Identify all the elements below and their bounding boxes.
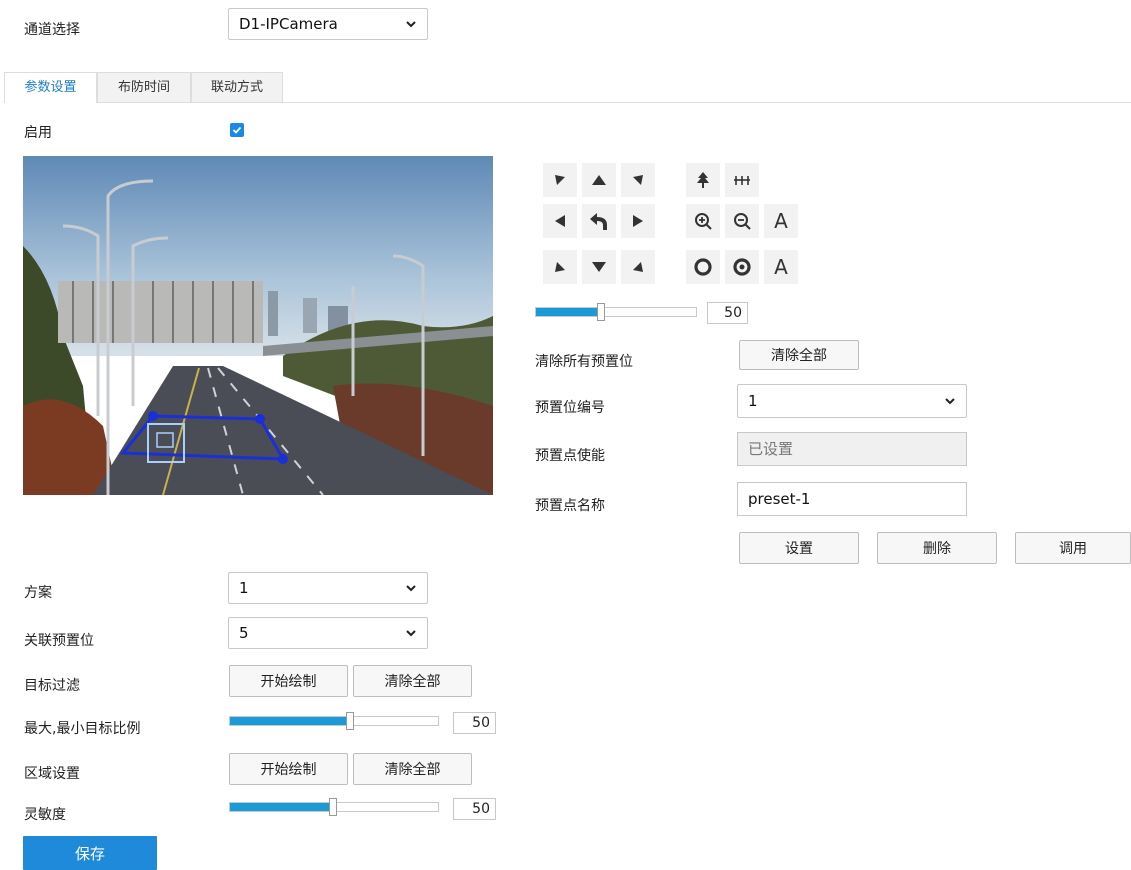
arrow-up-left-icon xyxy=(555,175,565,185)
target-filter-clear-button[interactable]: 清除全部 xyxy=(353,665,472,697)
scheme-label: 方案 xyxy=(24,585,52,601)
ptz-up-left-button[interactable] xyxy=(543,163,577,197)
target-filter-label: 目标过滤 xyxy=(24,678,80,694)
chevron-down-icon xyxy=(406,630,416,637)
ptz-focus-far-button[interactable] xyxy=(686,163,720,197)
preset-set-button[interactable]: 设置 xyxy=(739,532,859,564)
enable-label: 启用 xyxy=(24,125,52,141)
tab-linkage[interactable]: 联动方式 xyxy=(191,72,283,102)
tab-arming-time[interactable]: 布防时间 xyxy=(97,72,191,102)
scheme-select[interactable]: 1 xyxy=(228,572,428,604)
ptz-home-button[interactable] xyxy=(582,204,616,238)
preset-name-input[interactable]: preset-1 xyxy=(737,482,967,516)
return-icon xyxy=(590,213,607,230)
ptz-down-right-button[interactable] xyxy=(621,250,655,284)
scheme-select-value: 1 xyxy=(239,579,249,597)
clear-all-presets-label: 清除所有预置位 xyxy=(535,354,633,370)
preset-call-button[interactable]: 调用 xyxy=(1015,532,1131,564)
sensitivity-thumb[interactable] xyxy=(328,798,337,816)
ptz-up-button[interactable] xyxy=(582,163,616,197)
preset-number-select[interactable]: 1 xyxy=(737,384,967,418)
ptz-zoom-in-button[interactable] xyxy=(686,204,720,238)
arrow-right-icon xyxy=(633,215,643,227)
preset-delete-button[interactable]: 删除 xyxy=(877,532,997,564)
target-ratio-value[interactable]: 50 xyxy=(453,712,496,734)
ptz-zoom-out-button[interactable] xyxy=(725,204,759,238)
area-draw-button[interactable]: 开始绘制 xyxy=(229,753,348,785)
ptz-iris-close-button[interactable] xyxy=(725,250,759,284)
arrow-up-right-icon xyxy=(633,175,643,185)
preset-enable-field: 已设置 xyxy=(737,432,967,466)
preset-enable-label: 预置点使能 xyxy=(535,448,605,464)
channel-select[interactable]: D1-IPCamera xyxy=(228,8,428,40)
preset-number-value: 1 xyxy=(748,392,758,410)
check-icon xyxy=(232,126,242,134)
preset-number-label: 预置位编号 xyxy=(535,400,605,416)
sensitivity-value[interactable]: 50 xyxy=(453,798,496,820)
arrow-down-icon xyxy=(592,262,606,272)
chevron-down-icon xyxy=(406,21,416,28)
channel-label: 通道选择 xyxy=(24,22,80,38)
tree-icon xyxy=(697,172,709,188)
iris-open-icon xyxy=(694,258,712,276)
target-ratio-thumb[interactable] xyxy=(345,712,354,730)
target-ratio-slider[interactable] xyxy=(229,712,439,730)
arrow-down-right-icon xyxy=(633,262,643,272)
linked-preset-value: 5 xyxy=(239,624,249,642)
chevron-down-icon xyxy=(945,398,955,405)
ptz-right-button[interactable] xyxy=(621,204,655,238)
ptz-down-left-button[interactable] xyxy=(543,250,577,284)
target-filter-draw-button[interactable]: 开始绘制 xyxy=(229,665,348,697)
arrow-left-icon xyxy=(555,215,565,227)
arrow-up-icon xyxy=(592,175,606,185)
ptz-speed-thumb[interactable] xyxy=(596,303,605,321)
zoom-out-icon xyxy=(734,213,751,230)
sensitivity-label: 灵敏度 xyxy=(24,807,66,823)
linked-preset-label: 关联预置位 xyxy=(24,633,94,649)
target-ratio-label: 最大,最小目标比例 xyxy=(24,721,141,737)
ptz-left-button[interactable] xyxy=(543,204,577,238)
ptz-up-right-button[interactable] xyxy=(621,163,655,197)
zoom-in-icon xyxy=(695,213,712,230)
save-button[interactable]: 保存 xyxy=(23,836,157,870)
target-ratio-fill xyxy=(230,717,349,725)
channel-select-value: D1-IPCamera xyxy=(239,15,338,33)
ptz-speed-slider[interactable] xyxy=(535,303,697,321)
ptz-auto-zoom-button[interactable]: A xyxy=(764,204,798,238)
clear-all-presets-button[interactable]: 清除全部 xyxy=(739,340,859,370)
ptz-speed-value[interactable]: 50 xyxy=(707,302,748,324)
camera-preview[interactable] xyxy=(23,156,493,495)
arrow-down-left-icon xyxy=(555,262,565,272)
ptz-iris-open-button[interactable] xyxy=(686,250,720,284)
sensitivity-fill xyxy=(230,803,332,811)
tab-bar: 参数设置 布防时间 联动方式 xyxy=(4,72,1131,103)
sensitivity-slider[interactable] xyxy=(229,798,439,816)
area-settings-label: 区域设置 xyxy=(24,766,80,782)
preset-name-label: 预置点名称 xyxy=(535,498,605,514)
chevron-down-icon xyxy=(406,585,416,592)
area-clear-button[interactable]: 清除全部 xyxy=(353,753,472,785)
ptz-auto-iris-button[interactable]: A xyxy=(764,250,798,284)
focus-near-icon xyxy=(734,176,750,185)
ptz-speed-fill xyxy=(536,308,600,316)
camera-scene-image xyxy=(23,156,493,495)
tab-parameters[interactable]: 参数设置 xyxy=(4,72,97,103)
enable-checkbox[interactable] xyxy=(230,123,244,137)
linked-preset-select[interactable]: 5 xyxy=(228,617,428,649)
iris-close-icon xyxy=(733,258,751,276)
ptz-focus-near-button[interactable] xyxy=(725,163,759,197)
ptz-down-button[interactable] xyxy=(582,250,616,284)
